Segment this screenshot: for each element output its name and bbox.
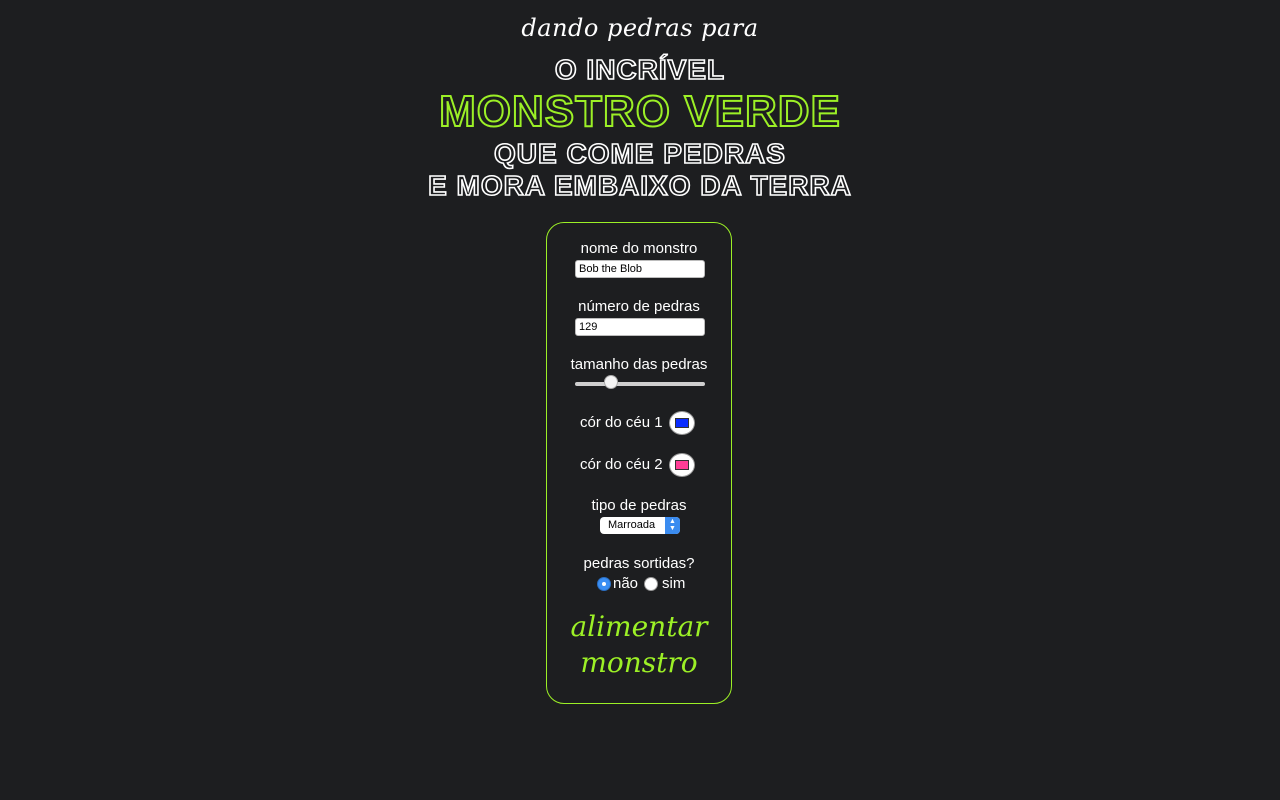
sky-color-2-label: cór do céu 2 xyxy=(580,456,663,473)
rock-type-selected-value: Marroada xyxy=(608,519,656,531)
feed-monster-button-word: monstro xyxy=(580,646,698,679)
assorted-radio-nao[interactable] xyxy=(597,577,611,591)
rock-size-slider[interactable] xyxy=(575,382,705,386)
sky-color-1-swatch xyxy=(675,418,689,428)
title-line-2: MONSTRO VERDE xyxy=(438,87,841,136)
feed-monster-button-word: alimentar xyxy=(570,610,708,643)
rock-count-label: número de pedras xyxy=(578,298,700,315)
rock-size-slider-thumb[interactable] xyxy=(604,375,618,389)
monster-form: nome do monstro Bob the Blob número de p… xyxy=(546,222,732,704)
rock-type-select[interactable]: Marroada ▲ ▼ xyxy=(600,517,680,534)
page-subtitle: dando pedras para xyxy=(521,14,759,42)
title-line-4: E MORA EMBAIXO DA TERRA xyxy=(427,170,852,201)
assorted-radio-group: não sim xyxy=(547,575,731,593)
title-line-1: O INCRÍVEL xyxy=(554,54,726,85)
assorted-option-sim-label: sim xyxy=(662,575,686,592)
title-line-3: QUE COME PEDRAS xyxy=(493,138,786,169)
sky-color-2-swatch xyxy=(675,460,689,470)
feed-monster-button[interactable]: alimentar monstro xyxy=(547,609,731,681)
sky-color-1-row: cór do céu 1 xyxy=(547,411,731,435)
sky-color-2-row: cór do céu 2 xyxy=(547,453,731,477)
assorted-label: pedras sortidas? xyxy=(583,555,695,572)
sky-color-1-label: cór do céu 1 xyxy=(580,414,663,431)
sky-color-1-picker[interactable] xyxy=(669,411,695,435)
assorted-option-nao-label: não xyxy=(613,575,639,592)
rock-type-label: tipo de pedras xyxy=(591,497,687,514)
monster-name-label: nome do monstro xyxy=(580,240,698,257)
rock-size-label: tamanho das pedras xyxy=(570,356,708,373)
monster-name-input[interactable]: Bob the Blob xyxy=(575,260,705,278)
select-arrows-icon: ▲ ▼ xyxy=(665,517,680,534)
rock-count-input[interactable]: 129 xyxy=(575,318,705,336)
assorted-radio-sim[interactable] xyxy=(644,577,658,591)
sky-color-2-picker[interactable] xyxy=(669,453,695,477)
